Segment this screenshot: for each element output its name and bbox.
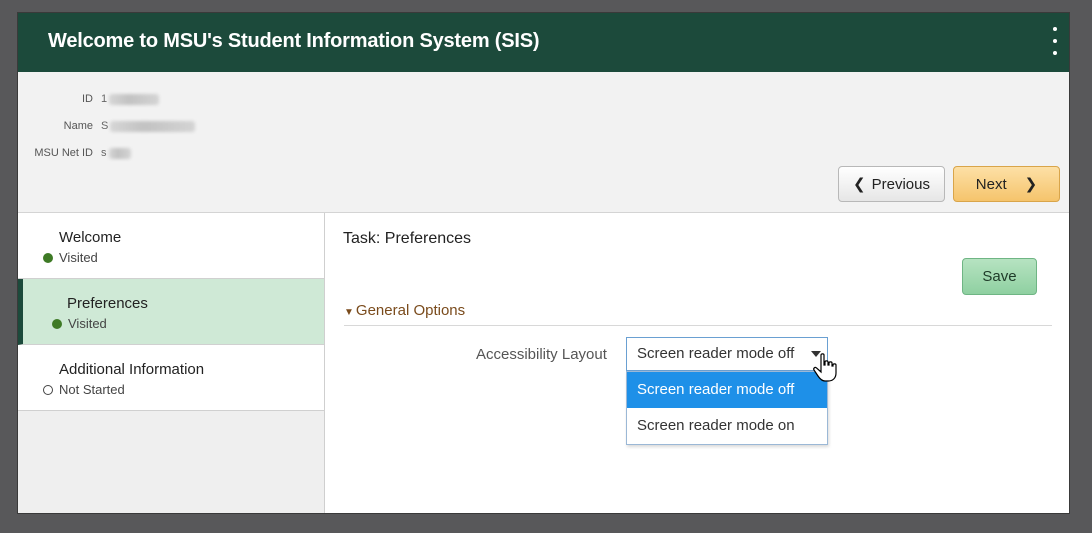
sidebar-item-status: Visited <box>52 316 107 331</box>
option-screen-reader-on[interactable]: Screen reader mode on <box>627 408 827 444</box>
student-netid-value: s <box>101 147 131 159</box>
visited-dot-icon <box>52 318 62 329</box>
status-text: Not Started <box>59 382 125 397</box>
sidebar: Welcome Visited Preferences Visited Addi… <box>18 213 325 513</box>
visited-dot-icon <box>43 252 53 263</box>
previous-button[interactable]: ❮ Previous <box>838 166 945 202</box>
accessibility-layout-dropdown-list: Screen reader mode off Screen reader mod… <box>626 371 828 445</box>
status-text: Visited <box>68 316 107 331</box>
chevron-left-icon: ❮ <box>853 176 866 193</box>
student-netid-row: MSU Net ID s <box>18 147 131 159</box>
student-name-value: S <box>101 120 196 132</box>
select-value: Screen reader mode off <box>637 345 795 362</box>
collapse-triangle-icon: ▼ <box>344 307 354 318</box>
student-netid-label: MSU Net ID <box>34 147 93 159</box>
sidebar-item-label: Additional Information <box>59 361 205 378</box>
student-id-row: ID 1 <box>18 93 160 105</box>
not-started-circle-icon <box>43 384 53 395</box>
student-id-label: ID <box>82 93 93 105</box>
section-title: General Options <box>355 302 466 319</box>
hand-pointer-cursor-icon <box>813 353 837 382</box>
sis-window: Welcome to MSU's Student Information Sys… <box>17 12 1070 514</box>
chevron-right-icon: ❯ <box>1024 176 1038 193</box>
sidebar-item-status: Not Started <box>43 382 125 397</box>
option-screen-reader-off[interactable]: Screen reader mode off <box>627 372 827 408</box>
task-title: Task: Preferences <box>343 230 472 247</box>
accessibility-layout-label: Accessibility Layout <box>476 346 607 363</box>
sidebar-item-status: Visited <box>43 250 98 265</box>
previous-label: Previous <box>871 175 930 193</box>
next-label: Next <box>975 175 1007 193</box>
student-name-row: Name S <box>18 120 196 132</box>
sidebar-item-label: Welcome <box>59 229 122 246</box>
save-button[interactable]: Save <box>962 258 1037 295</box>
sidebar-item-welcome[interactable]: Welcome Visited <box>18 213 324 279</box>
next-button[interactable]: Next ❯ <box>953 166 1060 202</box>
main-content: Task: Preferences Save ▼ General Options … <box>326 213 1069 513</box>
page-title: Welcome to MSU's Student Information Sys… <box>48 30 540 52</box>
kebab-menu-icon[interactable] <box>1049 27 1061 55</box>
student-name-label: Name <box>63 120 93 132</box>
sidebar-item-preferences[interactable]: Preferences Visited <box>18 279 324 345</box>
header-bar: Welcome to MSU's Student Information Sys… <box>18 13 1069 72</box>
student-id-value: 1 <box>101 93 160 105</box>
accessibility-layout-select[interactable]: Screen reader mode off <box>626 337 828 371</box>
sidebar-item-label: Preferences <box>67 295 148 312</box>
sidebar-item-additional-information[interactable]: Additional Information Not Started <box>18 345 324 411</box>
status-text: Visited <box>59 250 98 265</box>
general-options-section-header[interactable]: ▼ General Options <box>344 302 1052 326</box>
